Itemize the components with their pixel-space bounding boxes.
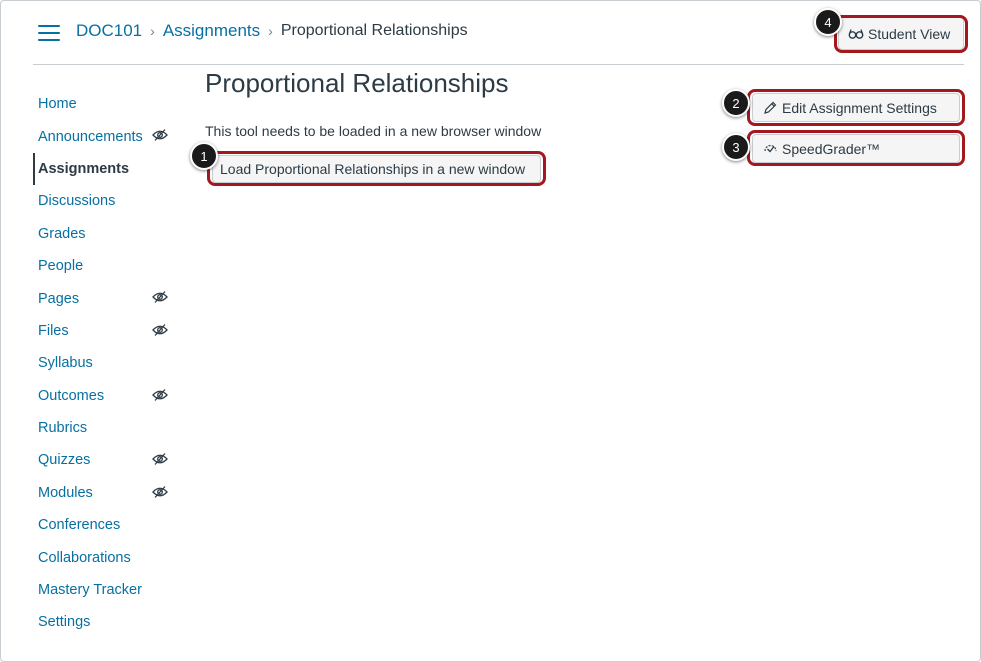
sidebar-item-label: Home [38,96,77,113]
callout-badge: 3 [722,133,750,161]
sidebar-item-label: Conferences [38,517,121,534]
sidebar-item-discussions[interactable]: Discussions [33,185,183,217]
sidebar-item-label: Settings [38,614,91,631]
breadcrumb-course-link[interactable]: DOC101 [76,21,142,41]
sidebar-item-label: Announcements [38,128,143,145]
sidebar-item-label: Grades [38,225,86,242]
sidebar-item-label: Collaborations [38,549,131,566]
sidebar-item-label: Modules [38,484,93,501]
edit-assignment-settings-button[interactable]: Edit Assignment Settings [752,93,960,122]
student-view-label: Student View [868,25,951,42]
sidebar-item-syllabus[interactable]: Syllabus [33,347,183,379]
eye-off-icon [152,453,168,466]
sidebar-item-mastery-tracker[interactable]: Mastery Tracker [33,574,183,606]
breadcrumb-separator-icon: › [268,23,273,39]
sidebar-item-label: Discussions [38,193,116,210]
sidebar-item-people[interactable]: People [33,250,183,282]
sidebar-item-label: Mastery Tracker [38,582,142,599]
sidebar-item-modules[interactable]: Modules [33,477,183,509]
eye-off-icon [152,129,168,142]
eye-off-icon [152,291,168,304]
sidebar-item-outcomes[interactable]: Outcomes [33,380,183,412]
eye-off-icon [152,323,168,336]
sidebar-item-conferences[interactable]: Conferences [33,509,183,541]
breadcrumb-assignments-link[interactable]: Assignments [163,21,260,41]
sidebar-item-label: Rubrics [38,420,88,437]
breadcrumb: DOC101 › Assignments › Proportional Rela… [76,21,468,41]
menu-icon[interactable] [38,24,60,42]
sidebar-item-home[interactable]: Home [33,88,183,120]
sidebar-item-label: Outcomes [38,387,105,404]
tool-description: This tool needs to be loaded in a new br… [205,123,542,139]
callout-badge: 1 [190,142,218,170]
page-title: Proportional Relationships [205,68,509,98]
speedgrader-button[interactable]: SpeedGrader™ [752,134,960,163]
glasses-icon [848,26,864,42]
pencil-icon [762,100,778,116]
sidebar-item-collaborations[interactable]: Collaborations [33,541,183,573]
header-divider [33,64,964,65]
sidebar-item-label: Quizzes [38,452,91,469]
sidebar-item-assignments[interactable]: Assignments [33,152,183,186]
sidebar-item-quizzes[interactable]: Quizzes [33,444,183,476]
sidebar-item-label: Files [38,322,69,339]
speedgrader-label: SpeedGrader™ [782,140,881,157]
speedgrader-icon [762,141,778,157]
callout-badge: 2 [722,89,750,117]
sidebar-item-rubrics[interactable]: Rubrics [33,412,183,444]
sidebar-item-settings[interactable]: Settings [33,606,183,638]
sidebar-item-files[interactable]: Files [33,315,183,347]
load-in-new-window-button[interactable]: Load Proportional Relationships in a new… [212,155,541,183]
sidebar-item-label: Syllabus [38,355,93,372]
sidebar-item-grades[interactable]: Grades [33,218,183,250]
eye-off-icon [152,388,168,401]
student-view-button[interactable]: Student View [838,17,964,50]
sidebar-item-pages[interactable]: Pages [33,282,183,314]
callout-badge: 4 [814,8,842,36]
sidebar-item-label: Pages [38,290,80,307]
sidebar-item-label: People [38,258,84,275]
eye-off-icon [152,485,168,498]
course-navigation: Home Announcements Assignments Discussio… [33,88,183,639]
breadcrumb-current: Proportional Relationships [280,22,468,39]
sidebar-item-label: Assignments [38,160,130,177]
load-button-label: Load Proportional Relationships in a new… [220,161,526,177]
edit-settings-label: Edit Assignment Settings [782,99,937,116]
sidebar-item-announcements[interactable]: Announcements [33,120,183,152]
breadcrumb-separator-icon: › [150,23,155,39]
